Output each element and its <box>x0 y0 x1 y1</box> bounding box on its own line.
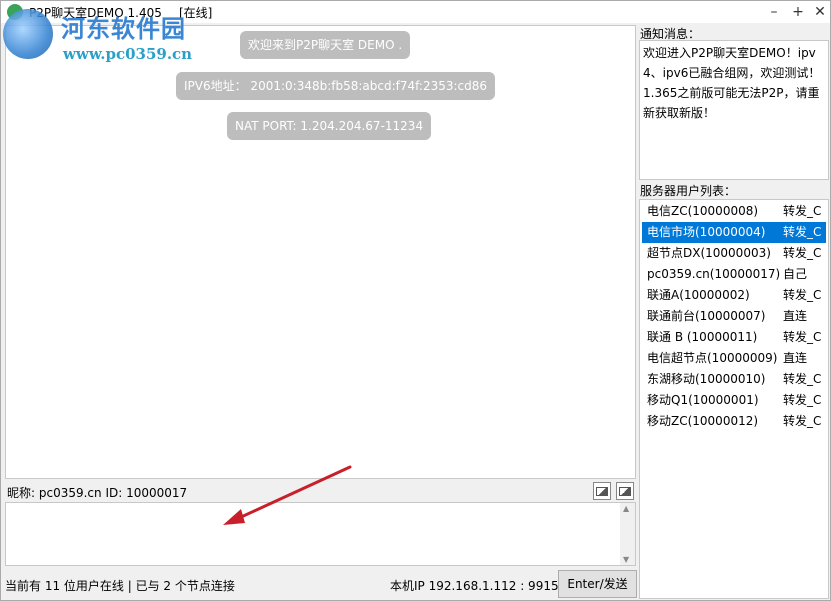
nickname-bar: 昵称: pc0359.cn ID: 10000017 <box>5 480 636 502</box>
message-input-area: ▲ ▼ <box>5 502 636 566</box>
minimize-button[interactable]: – <box>761 1 787 23</box>
online-status-text: 当前有 11 位用户在线 | 已与 2 个节点连接 <box>5 579 235 593</box>
user-list-label: 服务器用户列表： <box>640 184 737 198</box>
user-list-item[interactable]: 东湖移动(10000010) 转发_C <box>642 369 826 390</box>
user-name: 电信ZC(10000008) <box>647 204 759 218</box>
user-name: 东湖移动(10000010) <box>647 372 766 386</box>
user-list-item[interactable]: pc0359.cn(10000017) 自己 <box>642 264 826 285</box>
image-icon[interactable] <box>616 482 634 500</box>
user-name: 移动ZC(10000012) <box>647 414 759 428</box>
window-title: P2P聊天室DEMO 1.405 <box>29 6 162 20</box>
user-connection-mode: 转发_C <box>783 414 822 428</box>
user-connection-mode: 自己 <box>783 267 808 281</box>
scroll-up-icon[interactable]: ▲ <box>623 504 629 513</box>
user-list[interactable]: 电信ZC(10000008) 转发_C 电信市场(10000004) 转发_C 超节点D… <box>639 199 829 599</box>
user-name: 超节点DX(10000003) <box>647 246 771 260</box>
user-list-item[interactable]: 电信ZC(10000008) 转发_C <box>642 201 826 222</box>
close-button[interactable]: ✕ <box>807 1 831 23</box>
send-button[interactable]: Enter/发送 <box>558 570 637 598</box>
app-icon <box>7 4 23 20</box>
user-list-item[interactable]: 联通前台(10000007) 直连 <box>642 306 826 327</box>
user-connection-mode: 转发_C <box>783 246 822 260</box>
user-list-item[interactable]: 电信市场(10000004) 转发_C <box>642 222 826 243</box>
user-list-item[interactable]: 移动Q1(10000001) 转发_C <box>642 390 826 411</box>
user-connection-mode: 直连 <box>783 309 808 323</box>
user-connection-mode: 转发_C <box>783 372 822 386</box>
notice-message-box: 欢迎进入P2P聊天室DEMO！ipv4、ipv6已融合组网，欢迎测试！1.365… <box>639 40 829 180</box>
user-list-item[interactable]: 联通A(10000002) 转发_C <box>642 285 826 306</box>
message-input[interactable] <box>6 503 620 565</box>
title-bar[interactable]: P2P聊天室DEMO 1.405 [在线] – + ✕ <box>1 1 830 23</box>
user-connection-mode: 转发_C <box>783 225 822 239</box>
user-name: pc0359.cn(10000017) <box>647 267 781 281</box>
app-window: P2P聊天室DEMO 1.405 [在线] – + ✕ 欢迎来到P2P聊天室 D… <box>0 0 831 601</box>
user-connection-mode: 转发_C <box>783 393 822 407</box>
user-name: 电信市场(10000004) <box>647 225 766 239</box>
user-list-item[interactable]: 联通 B (10000011) 转发_C <box>642 327 826 348</box>
screenshot-icon[interactable] <box>593 482 611 500</box>
user-connection-mode: 转发_C <box>783 204 822 218</box>
nickname-id-label: 昵称: pc0359.cn ID: 10000017 <box>7 486 188 500</box>
system-message-ipv6: IPV6地址： 2001:0:348b:fb58:abcd:f74f:2353:… <box>176 72 496 100</box>
scroll-down-icon[interactable]: ▼ <box>623 555 629 564</box>
user-name: 联通A(10000002) <box>647 288 750 302</box>
status-bar: 当前有 11 位用户在线 | 已与 2 个节点连接 本机IP 192.168.1… <box>1 568 639 600</box>
user-list-item[interactable]: 电信超节点(10000009) 直连 <box>642 348 826 369</box>
user-list-item[interactable]: 超节点DX(10000003) 转发_C <box>642 243 826 264</box>
chat-message-area[interactable]: 欢迎来到P2P聊天室 DEMO . IPV6地址： 2001:0:348b:fb… <box>5 25 636 479</box>
user-name: 电信超节点(10000009) <box>647 351 778 365</box>
user-connection-mode: 转发_C <box>783 288 822 302</box>
right-panel: 通知消息： 欢迎进入P2P聊天室DEMO！ipv4、ipv6已融合组网，欢迎测试… <box>639 23 830 600</box>
user-connection-mode: 转发_C <box>783 330 822 344</box>
user-name: 移动Q1(10000001) <box>647 393 759 407</box>
input-scrollbar[interactable]: ▲ ▼ <box>620 503 635 565</box>
user-name: 联通前台(10000007) <box>647 309 766 323</box>
system-message-nat-port: NAT PORT: 1.204.204.67-11234 <box>227 112 432 140</box>
local-ip-text: 本机IP 192.168.1.112 : 9915 <box>390 579 559 593</box>
system-message-welcome: 欢迎来到P2P聊天室 DEMO . <box>240 31 411 59</box>
user-name: 联通 B (10000011) <box>647 330 758 344</box>
connection-status: [在线] <box>179 6 213 20</box>
user-connection-mode: 直连 <box>783 351 808 365</box>
user-list-item[interactable]: 移动ZC(10000012) 转发_C <box>642 411 826 432</box>
